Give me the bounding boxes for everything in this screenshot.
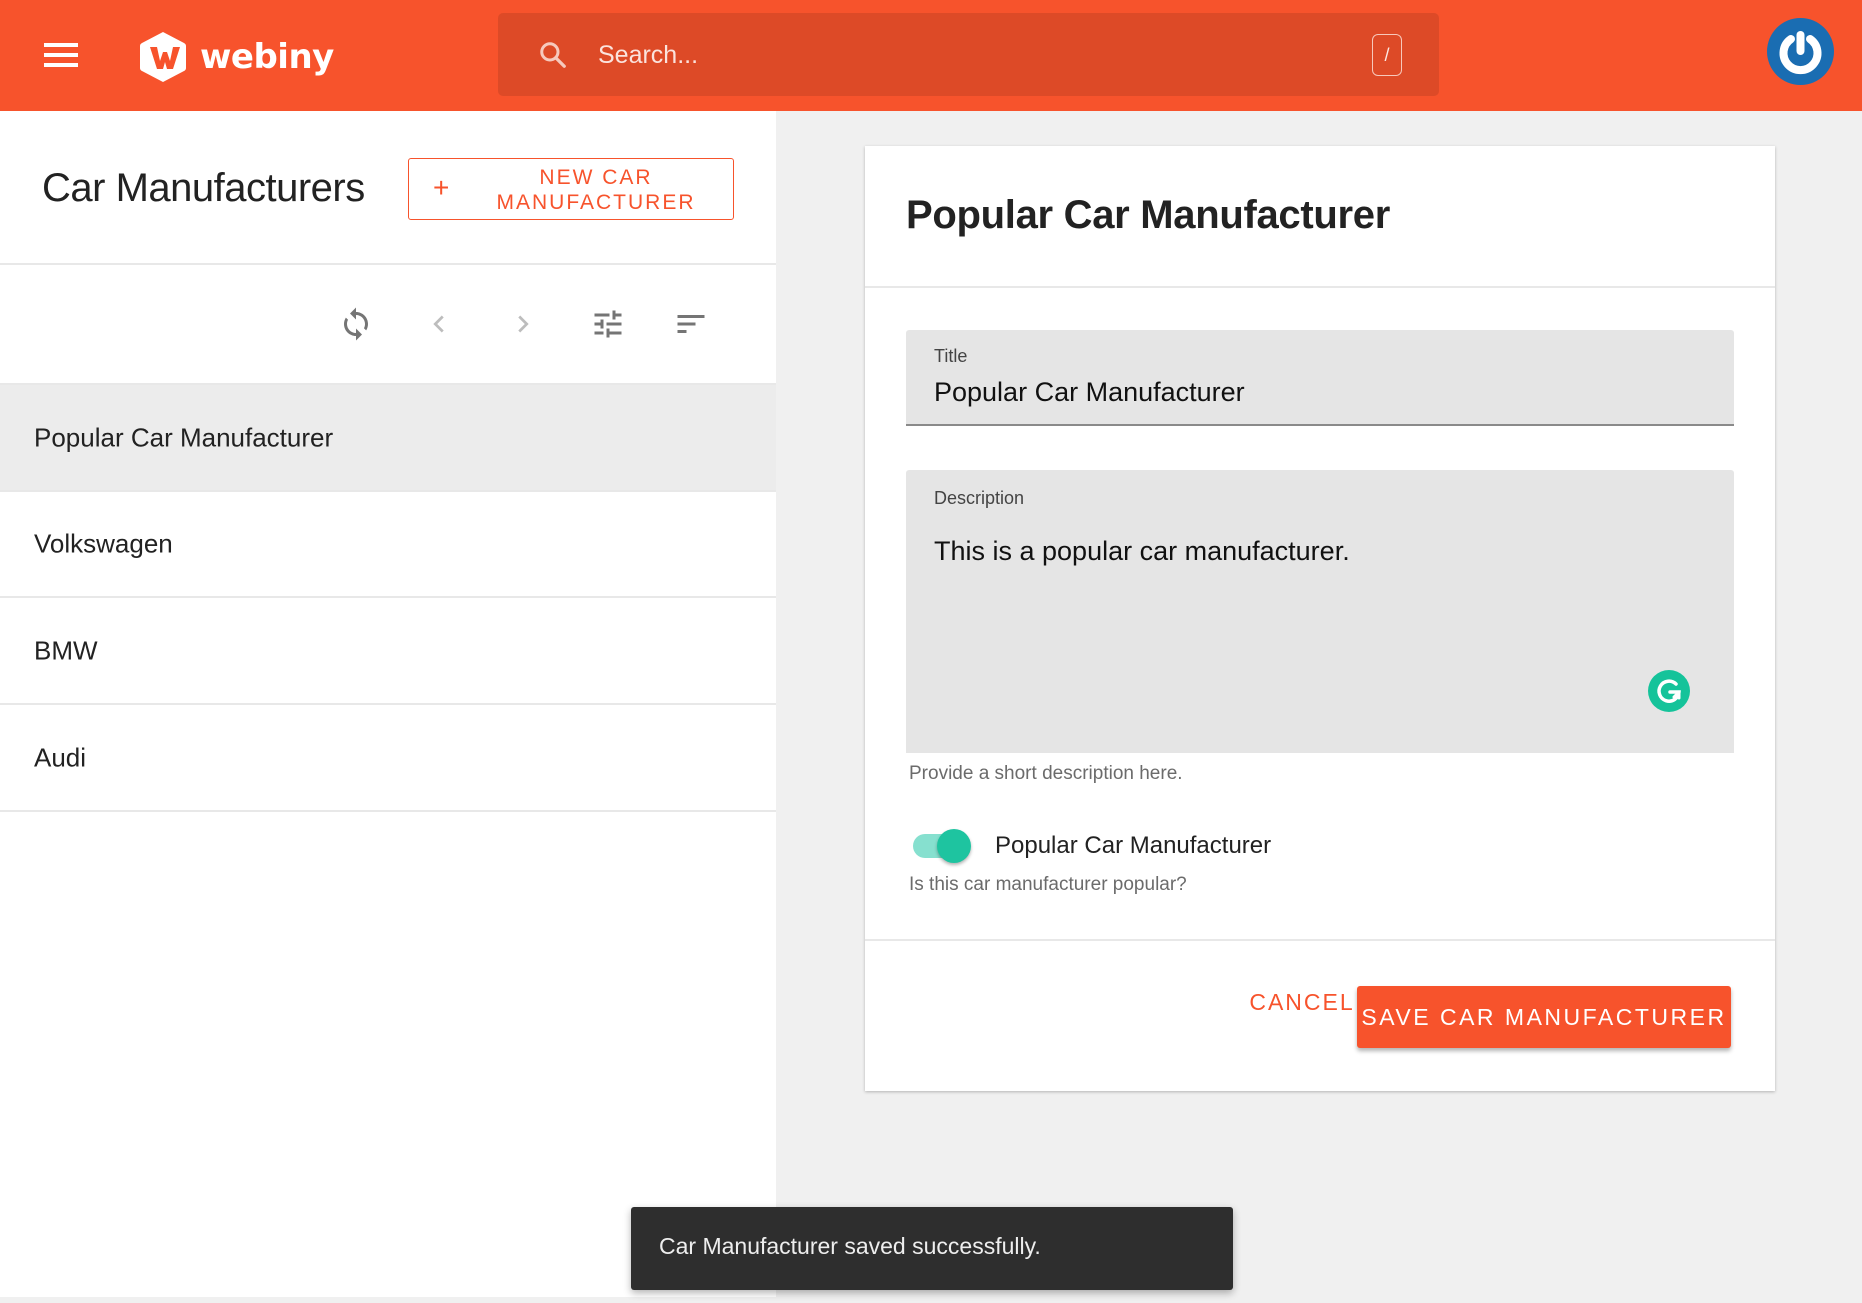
search-shortcut-hint: / — [1372, 34, 1402, 76]
hamburger-line — [44, 63, 78, 67]
chevron-right-icon[interactable] — [505, 306, 541, 342]
list-item-label: Popular Car Manufacturer — [34, 422, 334, 452]
form-header-divider — [865, 286, 1775, 288]
list-title: Car Manufacturers — [42, 166, 365, 210]
title-field-label: Title — [934, 346, 968, 366]
popular-toggle[interactable] — [913, 829, 973, 863]
title-field[interactable]: Title — [906, 330, 1734, 426]
popular-helper-text: Is this car manufacturer popular? — [909, 874, 1187, 895]
snackbar: Car Manufacturer saved successfully. — [631, 1207, 1233, 1290]
webiny-hex-icon — [140, 32, 186, 82]
power-icon — [1779, 31, 1822, 75]
form-footer-divider — [865, 939, 1775, 941]
list-item-label: BMW — [34, 635, 98, 665]
hamburger-line — [44, 43, 78, 47]
filter-icon[interactable] — [590, 306, 626, 342]
description-field[interactable]: Description — [906, 470, 1734, 753]
list-panel: Car Manufacturers + NEW CAR MANUFACTURER… — [0, 111, 776, 1303]
list-item-label: Audi — [34, 742, 87, 772]
description-helper-text: Provide a short description here. — [909, 763, 1183, 784]
search-input[interactable] — [598, 35, 1298, 75]
hamburger-line — [44, 53, 78, 57]
save-button[interactable]: SAVE CAR MANUFACTURER — [1357, 986, 1731, 1048]
new-car-manufacturer-button[interactable]: + NEW CAR MANUFACTURER — [408, 158, 734, 220]
description-field-label: Description — [934, 488, 1025, 508]
title-input[interactable] — [934, 374, 1694, 410]
hamburger-menu-icon[interactable] — [44, 43, 78, 67]
form-title: Popular Car Manufacturer — [906, 193, 1391, 237]
plus-icon: + — [433, 172, 450, 203]
webiny-logo[interactable]: webiny — [138, 30, 334, 84]
toggle-thumb — [937, 829, 971, 863]
top-bar: webiny / — [0, 0, 1862, 111]
description-textarea[interactable] — [934, 534, 1694, 714]
new-button-label: NEW CAR MANUFACTURER — [496, 166, 696, 214]
form-card: Popular Car Manufacturer Title Descripti… — [865, 146, 1775, 1091]
list-item[interactable]: BMW — [0, 598, 776, 705]
cancel-button[interactable]: CANCEL — [1242, 972, 1362, 1033]
popular-toggle-label: Popular Car Manufacturer — [995, 832, 1272, 859]
chevron-left-icon[interactable] — [421, 306, 457, 342]
list-item[interactable]: Volkswagen — [0, 492, 776, 598]
sort-icon[interactable] — [673, 306, 709, 342]
refresh-icon[interactable] — [338, 306, 374, 342]
panel-bottom-edge — [0, 1297, 776, 1303]
snackbar-message: Car Manufacturer saved successfully. — [659, 1233, 1041, 1259]
header-divider — [0, 263, 776, 265]
user-avatar[interactable] — [1767, 18, 1834, 85]
list-item[interactable]: Popular Car Manufacturer — [0, 385, 776, 492]
logo-text: webiny — [200, 37, 334, 77]
grammarly-icon[interactable] — [1648, 670, 1690, 712]
list-item[interactable]: Audi — [0, 705, 776, 812]
search-icon — [540, 42, 566, 68]
search-bar[interactable]: / — [498, 13, 1439, 96]
list-item-label: Volkswagen — [34, 528, 173, 559]
